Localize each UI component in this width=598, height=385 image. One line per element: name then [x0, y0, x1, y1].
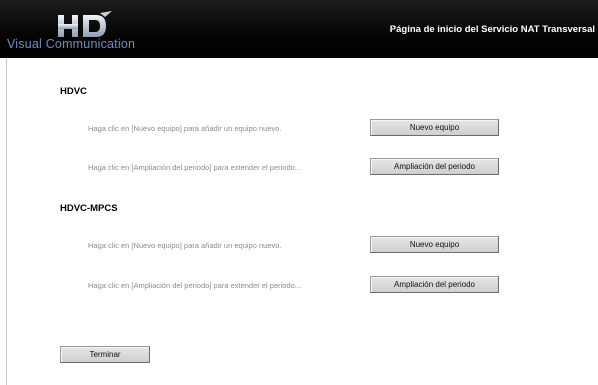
section-title-hdvc-mpcs: HDVC-MPCS: [60, 203, 118, 214]
hdvc-extend-period-text: Haga clic en [Ampliación del periodo] pa…: [88, 163, 302, 172]
hdvc-new-device-text: Haga clic en [Nuevo equipo] para añadir …: [88, 124, 282, 133]
hdvc-extend-period-button[interactable]: Ampliación del periodo: [370, 158, 499, 175]
mpcs-new-device-text: Haga clic en [Nuevo equipo] para añadir …: [88, 241, 282, 250]
mpcs-extend-period-text: Haga clic en [Ampliación del periodo] pa…: [88, 281, 302, 290]
logo-text: Visual Communication: [7, 37, 136, 51]
content-left-border: [6, 58, 7, 385]
header-banner: Visual Communication Página de inicio de…: [0, 0, 598, 58]
mpcs-new-device-button[interactable]: Nuevo equipo: [370, 236, 499, 253]
finish-button[interactable]: Terminar: [60, 346, 150, 363]
mpcs-extend-period-button[interactable]: Ampliación del periodo: [370, 276, 499, 293]
page-title: Página de inicio del Servicio NAT Transv…: [389, 24, 595, 35]
section-title-hdvc: HDVC: [60, 86, 87, 97]
hdvc-new-device-button[interactable]: Nuevo equipo: [370, 119, 499, 136]
